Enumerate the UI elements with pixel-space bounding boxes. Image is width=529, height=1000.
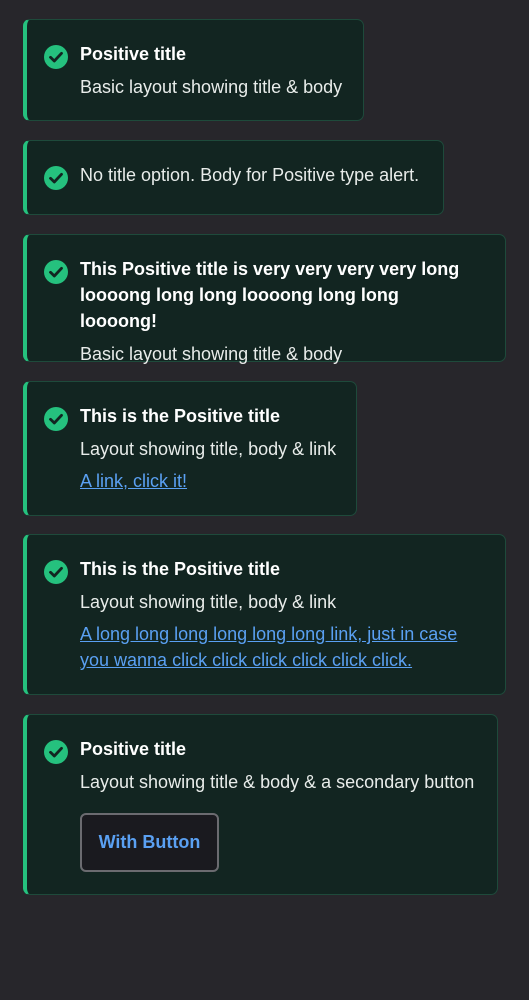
- alert-title: Positive title: [80, 739, 187, 759]
- alert-title: This is the Positive title: [80, 559, 281, 579]
- positive-alert: Positive title Layout showing title & bo…: [23, 714, 498, 895]
- alert-link[interactable]: A link, click it!: [80, 468, 340, 494]
- alert-body: Layout showing title & body & a secondar…: [80, 772, 475, 792]
- alert-title: This Positive title is very very very ve…: [80, 259, 460, 331]
- secondary-button[interactable]: With Button: [80, 813, 219, 872]
- alert-body: No title option. Body for Positive type …: [80, 165, 420, 185]
- alert-title: Positive title: [80, 44, 187, 64]
- alert-link[interactable]: A long long long long long long link, ju…: [80, 621, 465, 673]
- positive-alert: Positive title Basic layout showing titl…: [23, 19, 364, 121]
- positive-alert: This Positive title is very very very ve…: [23, 234, 506, 364]
- positive-alert: This is the Positive title Layout showin…: [23, 381, 357, 516]
- check-circle-icon: [44, 45, 68, 69]
- alert-body: Basic layout showing title & body: [80, 344, 343, 364]
- alert-body: Layout showing title, body & link: [80, 439, 337, 459]
- alert-body: Layout showing title, body & link: [80, 592, 337, 612]
- check-circle-icon: [44, 166, 68, 190]
- positive-alert: This is the Positive title Layout showin…: [23, 534, 506, 695]
- check-circle-icon: [44, 740, 68, 764]
- alert-body: Basic layout showing title & body: [80, 77, 343, 97]
- positive-alert: No title option. Body for Positive type …: [23, 140, 444, 215]
- alert-title: This is the Positive title: [80, 406, 281, 426]
- check-circle-icon: [44, 560, 68, 584]
- check-circle-icon: [44, 260, 68, 284]
- check-circle-icon: [44, 407, 68, 431]
